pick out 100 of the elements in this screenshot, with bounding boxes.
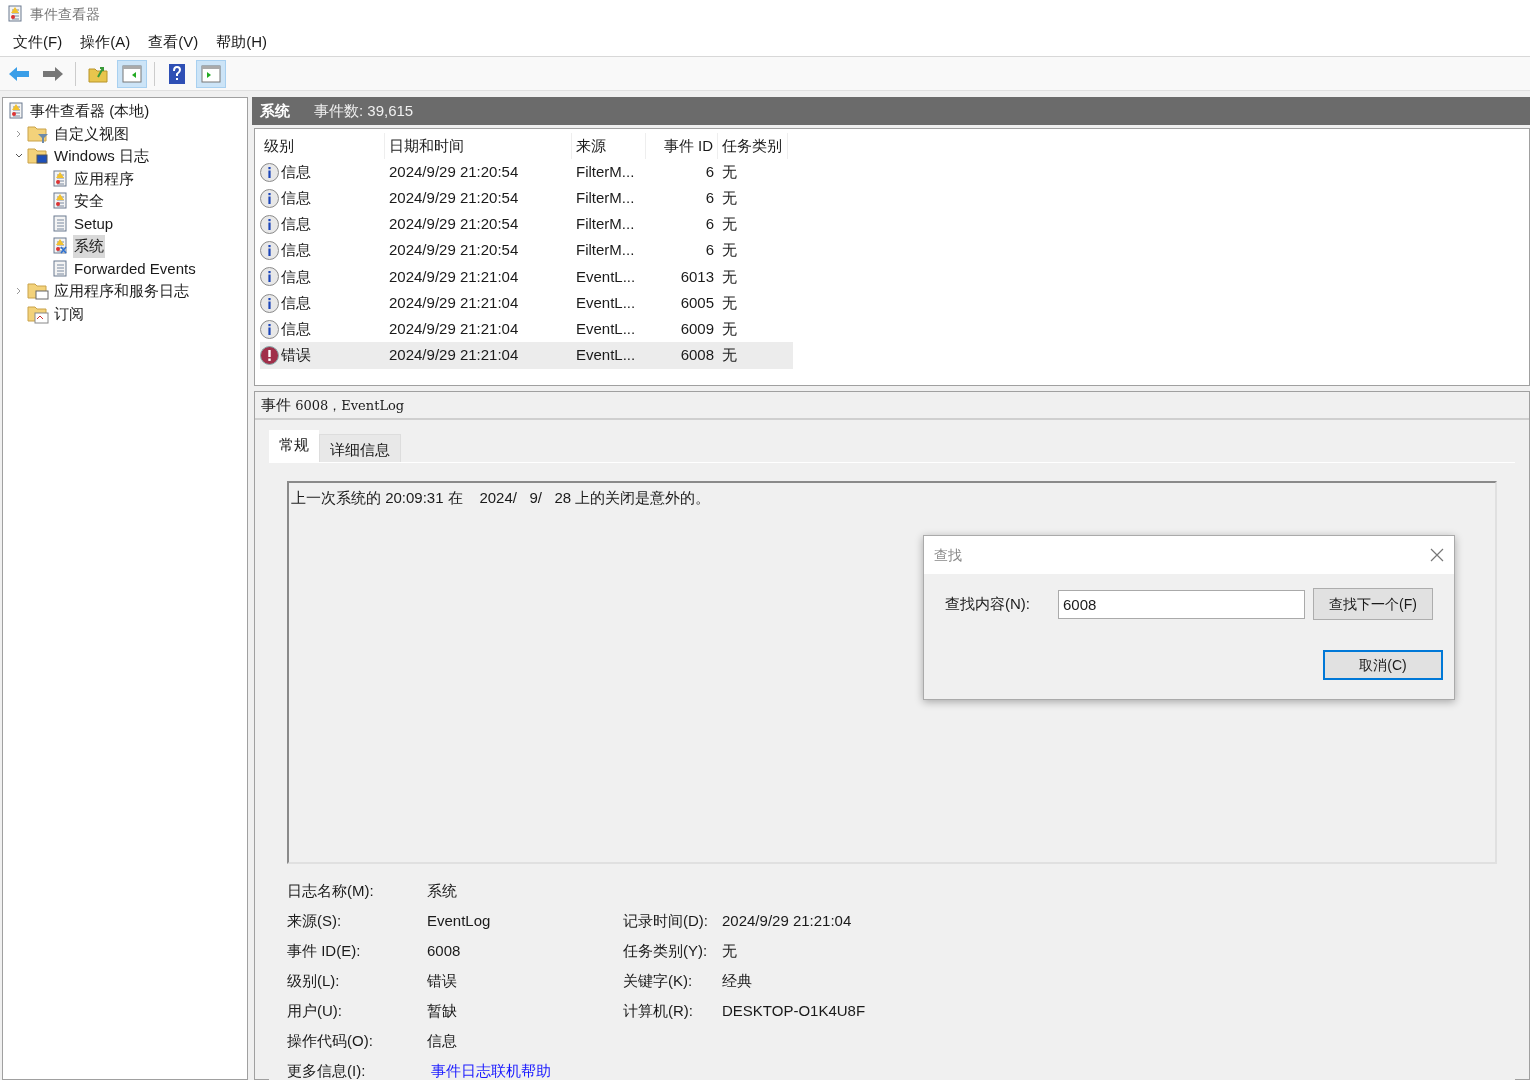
property-value: 无 — [722, 940, 737, 961]
info-icon — [260, 293, 279, 313]
table-cell-text: EventL... — [575, 345, 637, 366]
property-value: 2024/9/29 21:21:04 — [722, 910, 852, 931]
table-cell-text: 6005 — [679, 292, 715, 313]
table-cell-text: 2024/9/29 21:20:54 — [388, 188, 520, 209]
tree-item[interactable]: 应用程序 — [73, 167, 135, 190]
table-cell-text: 2024/9/29 21:20:54 — [388, 240, 520, 261]
property-label: 记录时间(D): — [623, 910, 709, 931]
column-header[interactable]: 级别 — [260, 133, 385, 159]
table-cell-text: EventL... — [575, 318, 637, 339]
table-cell-text: FilterM... — [575, 188, 636, 209]
table-cell-text: 无 — [721, 318, 738, 339]
help-link[interactable]: 事件日志联机帮助 — [431, 1059, 551, 1080]
tree-item[interactable]: Setup — [73, 212, 115, 235]
menu-item[interactable]: 帮助(H) — [207, 30, 276, 54]
info-icon — [260, 241, 279, 261]
info-icon — [260, 319, 279, 339]
menu-item[interactable]: 操作(A) — [71, 30, 140, 54]
property-label: 操作代码(O): — [287, 1030, 374, 1051]
table-row[interactable]: 信息 2024/9/29 21:21:04 EventL... 6005 无 — [260, 289, 793, 317]
menu-item[interactable]: 文件(F) — [4, 30, 72, 54]
table-cell-text: 6009 — [679, 318, 715, 339]
warning-log-icon — [51, 192, 69, 211]
forward-arrow-icon[interactable] — [42, 65, 64, 82]
folder-icon — [27, 281, 49, 302]
table-cell-text: 信息 — [281, 214, 311, 235]
table-cell-text: 信息 — [281, 240, 311, 261]
column-header[interactable]: 任务类别 — [718, 133, 788, 159]
info-icon — [260, 267, 279, 287]
log-icon — [51, 214, 69, 233]
table-cell-text: EventL... — [575, 266, 637, 287]
table-cell-text: 6013 — [679, 266, 715, 287]
table-cell-text: EventL... — [575, 292, 637, 313]
table-row[interactable]: 信息 2024/9/29 21:21:04 EventL... 6009 无 — [260, 316, 793, 343]
property-label: 日志名称(M): — [287, 880, 375, 901]
tree-item[interactable]: 事件查看器 (本地) — [29, 100, 151, 123]
table-cell-text: 6 — [704, 188, 715, 209]
table-cell-text: 2024/9/29 21:21:04 — [388, 318, 520, 339]
table-row[interactable]: 错误 2024/9/29 21:21:04 EventL... 6008 无 — [260, 342, 793, 369]
table-cell-text: 6008 — [679, 345, 715, 366]
column-header[interactable]: 来源 — [572, 133, 646, 159]
action-pane-icon[interactable] — [201, 64, 221, 83]
event-viewer-icon — [7, 102, 25, 121]
cancel-button[interactable]: 取消(C) — [1323, 650, 1443, 680]
find-next-button[interactable]: 查找下一个(F) — [1313, 588, 1433, 620]
system-log-icon — [51, 237, 69, 256]
table-row[interactable]: 信息 2024/9/29 21:20:54 FilterM... 6 无 — [260, 237, 793, 264]
help-icon[interactable] — [169, 63, 185, 84]
tree-item[interactable]: 订阅 — [53, 302, 85, 325]
folder-filter-icon — [27, 123, 49, 144]
table-row[interactable]: 信息 2024/9/29 21:20:54 FilterM... 6 无 — [260, 211, 793, 238]
table-cell-text: FilterM... — [575, 240, 636, 261]
folder-calendar-icon — [27, 303, 49, 324]
table-cell-text: 无 — [721, 161, 738, 182]
tree-item[interactable]: Forwarded Events — [73, 257, 197, 280]
table-cell-text: 无 — [721, 292, 738, 313]
log-name: 系统 — [260, 100, 290, 121]
info-icon — [260, 188, 279, 208]
find-input[interactable]: 6008 — [1058, 589, 1305, 619]
column-header[interactable]: 日期和时间 — [385, 133, 572, 159]
back-arrow-icon[interactable] — [8, 65, 30, 82]
event-title: 事件 6008，EventLog — [261, 394, 405, 415]
property-label: 用户(U): — [287, 1000, 343, 1021]
info-icon — [260, 162, 279, 182]
tree-item[interactable]: 系统 — [73, 235, 105, 258]
table-cell-text: 无 — [721, 214, 738, 235]
property-value: 暂缺 — [427, 1000, 457, 1021]
table-row[interactable]: 信息 2024/9/29 21:20:54 FilterM... 6 无 — [260, 185, 793, 212]
folder-up-icon[interactable] — [88, 64, 108, 83]
property-value: EventLog — [427, 910, 491, 931]
warning-log-icon — [51, 169, 69, 188]
menu-item[interactable]: 查看(V) — [139, 30, 208, 54]
table-cell-text: 无 — [721, 188, 738, 209]
tree-item[interactable]: 安全 — [73, 190, 105, 213]
window-title: 事件查看器 — [30, 4, 100, 24]
log-icon — [51, 259, 69, 278]
tree-item[interactable]: 应用程序和服务日志 — [53, 280, 190, 303]
column-header[interactable]: 事件 ID — [646, 133, 718, 159]
property-value: 信息 — [427, 1030, 457, 1051]
tab[interactable]: 常规 — [269, 430, 319, 462]
close-icon[interactable] — [1430, 548, 1444, 562]
tab[interactable]: 详细信息 — [319, 434, 401, 462]
table-row[interactable]: 信息 2024/9/29 21:21:04 EventL... 6013 无 — [260, 263, 793, 290]
table-cell-text: FilterM... — [575, 214, 636, 235]
property-label: 事件 ID(E): — [287, 940, 362, 961]
table-row[interactable]: 信息 2024/9/29 21:20:54 FilterM... 6 无 — [260, 159, 793, 186]
table-cell-text: 6 — [704, 214, 715, 235]
table-cell-text: 2024/9/29 21:21:04 — [388, 292, 520, 313]
property-value: 6008 — [427, 940, 461, 961]
tree-pane-icon[interactable] — [122, 64, 142, 83]
info-icon — [260, 214, 279, 234]
tree-item[interactable]: Windows 日志 — [53, 145, 151, 168]
event-viewer-icon — [6, 5, 24, 23]
table-cell-text: 信息 — [281, 161, 311, 182]
tree-item[interactable]: 自定义视图 — [53, 122, 130, 145]
property-value: 经典 — [722, 970, 752, 991]
table-cell-text: 2024/9/29 21:20:54 — [388, 214, 520, 235]
folder-monitor-icon — [27, 146, 49, 167]
table-cell-text: 信息 — [281, 266, 311, 287]
